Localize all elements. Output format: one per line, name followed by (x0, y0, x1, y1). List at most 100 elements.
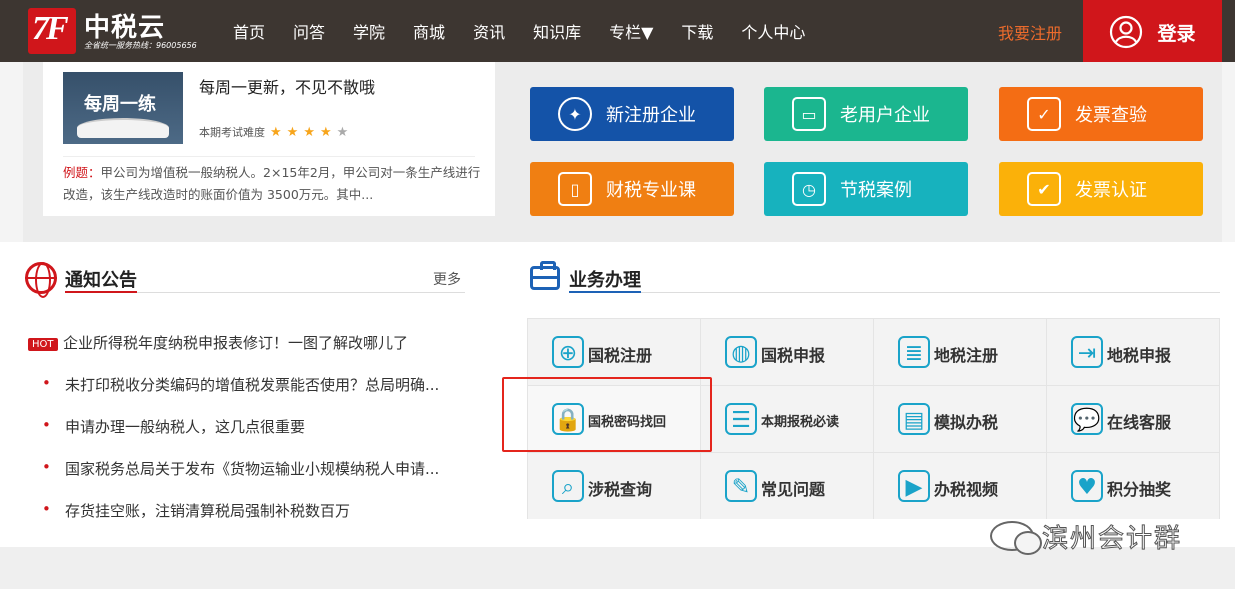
star-empty-icon: ★ (336, 124, 349, 140)
invoice-authentication-button[interactable]: ✔ 发票认证 (999, 162, 1203, 216)
tax-saving-cases-button[interactable]: ◷ 节税案例 (764, 162, 968, 216)
notice-header: 通知公告 更多 (25, 262, 465, 298)
title-underline (569, 291, 641, 293)
difficulty-rating: 本期考试难度 ★ ★ ★ ★ ★ (199, 124, 348, 140)
business-cell-points-lottery[interactable]: ♥ 积分抽奖 (1047, 453, 1219, 519)
notice-more-link[interactable]: 更多 (433, 269, 461, 289)
quick-button-label: 财税专业课 (606, 180, 696, 201)
notice-item-text: 国家税务总局关于发布《货物运输业小规模纳税人申请... (65, 460, 440, 478)
business-cell-tax-inquiry[interactable]: ⌕ 涉税查询 (528, 453, 700, 519)
business-cell-label: 常见问题 (761, 480, 826, 499)
business-cell-filing-guide[interactable]: ☰ 本期报税必读 (701, 386, 873, 452)
weekly-practice-thumbnail[interactable]: 每周一练 (63, 72, 183, 144)
business-cell-online-support[interactable]: 💬 在线客服 (1047, 386, 1219, 452)
note-pen-icon: ✎ (725, 470, 757, 502)
business-cell-simulated-filing[interactable]: ▤ 模拟办税 (874, 386, 1046, 452)
business-cell-label: 地税注册 (934, 346, 999, 365)
business-title: 业务办理 (569, 270, 641, 291)
notice-item-text: 存货挂空账，注销清算税局强制补税数百万 (65, 502, 351, 520)
business-header: 业务办理 (528, 261, 1220, 296)
login-label: 登录 (1157, 22, 1196, 45)
logo-mark-icon: 7F (28, 8, 76, 54)
star-icon: ★ (270, 124, 282, 140)
main-nav: 首页 问答 学院 商城 资讯 知识库 专栏▼ 下载 个人中心 (222, 0, 816, 62)
example-label: 例题： (63, 165, 101, 180)
video-play-icon: ▶ (898, 470, 930, 502)
bullet-icon: • (42, 458, 51, 476)
example-text: 甲公司为增值税一般纳税人。2×15年2月，甲公司对一条生产线进行改造，该生产线改… (63, 165, 481, 202)
star-icon: ★ (319, 124, 332, 140)
wechat-icon (990, 521, 1042, 555)
business-cell-label: 模拟办税 (934, 413, 999, 432)
nav-knowledge-base[interactable]: 知识库 (522, 19, 592, 43)
example-question[interactable]: 例题：甲公司为增值税一般纳税人。2×15年2月，甲公司对一条生产线进行改造，该生… (63, 162, 483, 206)
watermark: 滨州会计群 (990, 516, 1182, 556)
watermark-text: 滨州会计群 (1041, 523, 1183, 554)
difficulty-label: 本期考试难度 (199, 126, 265, 139)
logo-name: 中税云 (84, 13, 166, 43)
new-enterprise-button[interactable]: ✦ 新注册企业 (530, 87, 734, 141)
business-cell-label: 地税申报 (1107, 346, 1172, 365)
business-cell-national-tax-registration[interactable]: ⊕ 国税注册 (528, 319, 700, 385)
business-cell-label: 办税视频 (934, 480, 999, 499)
business-cell-national-tax-filing[interactable]: ◍ 国税申报 (701, 319, 873, 385)
notice-item[interactable]: • 申请办理一般纳税人，这几点很重要 (28, 416, 468, 442)
business-cell-local-tax-registration[interactable]: ≣ 地税注册 (874, 319, 1046, 385)
document-clock-icon: ◷ (792, 172, 826, 206)
document-arrow-icon: ⇥ (1071, 336, 1103, 368)
clapper-icon: ▤ (898, 403, 930, 435)
form-icon: ≣ (898, 336, 930, 368)
nav-personal-center[interactable]: 个人中心 (730, 19, 816, 43)
login-button[interactable]: 登录 (1083, 0, 1222, 64)
bullet-icon: • (42, 416, 51, 434)
weekly-title[interactable]: 每周一更新，不见不散哦 (199, 74, 375, 98)
notice-item-text: 企业所得税年度纳税申报表修订！一图了解改哪儿了 (63, 334, 409, 352)
bullet-icon: • (42, 374, 51, 392)
checkbox-icon: ✔ (1027, 172, 1061, 206)
existing-enterprise-button[interactable]: ▭ 老用户企业 (764, 87, 968, 141)
divider (569, 292, 1220, 293)
quick-button-label: 发票认证 (1075, 180, 1147, 201)
nav-academy[interactable]: 学院 (342, 19, 396, 43)
business-cell-label: 涉税查询 (588, 480, 653, 499)
briefcase-icon (530, 261, 560, 290)
quick-button-label: 发票查验 (1075, 105, 1147, 126)
nav-qa[interactable]: 问答 (282, 19, 336, 43)
gift-icon: ♥ (1071, 470, 1103, 502)
quick-button-label: 新注册企业 (606, 105, 696, 126)
notice-item[interactable]: • 存货挂空账，注销清算税局强制补税数百万 (28, 500, 468, 526)
user-add-icon: ⊕ (552, 336, 584, 368)
weekly-practice-card[interactable]: 每周一练 每周一更新，不见不散哦 本期考试难度 ★ ★ ★ ★ ★ 例题：甲公司… (43, 62, 495, 216)
highlight-annotation-box (502, 377, 712, 452)
nav-download[interactable]: 下载 (670, 19, 724, 43)
invoice-check-button[interactable]: ✓ 发票查验 (999, 87, 1203, 141)
notice-item[interactable]: HOT 企业所得税年度纳税申报表修订！一图了解改哪儿了 (28, 332, 468, 358)
top-navigation-bar: 7F 中税云 全省统一服务热线：96005656 首页 问答 学院 商城 资讯 … (0, 0, 1235, 64)
site-logo[interactable]: 7F 中税云 全省统一服务热线：96005656 (28, 8, 197, 54)
star-icon: ★ (303, 124, 315, 140)
divider (63, 156, 475, 157)
business-cell-label: 国税申报 (761, 346, 826, 365)
nav-columns-dropdown[interactable]: 专栏▼ (598, 19, 664, 43)
nav-home[interactable]: 首页 (222, 19, 276, 43)
star-icon: ★ (286, 124, 299, 140)
register-link[interactable]: 我要注册 (998, 20, 1062, 44)
notice-item[interactable]: • 未打印税收分类编码的增值税发票能否使用？总局明确... (28, 374, 468, 400)
business-cell-tax-video[interactable]: ▶ 办税视频 (874, 453, 1046, 519)
clipboard-check-icon: ✓ (1027, 97, 1061, 131)
quick-button-label: 节税案例 (840, 180, 912, 201)
business-cell-faq[interactable]: ✎ 常见问题 (701, 453, 873, 519)
tax-course-button[interactable]: ▯ 财税专业课 (530, 162, 734, 216)
nav-mall[interactable]: 商城 (402, 19, 456, 43)
nav-news[interactable]: 资讯 (462, 19, 516, 43)
notice-item[interactable]: • 国家税务总局关于发布《货物运输业小规模纳税人申请... (28, 458, 468, 484)
business-cell-label: 国税注册 (588, 346, 653, 365)
notice-item-text: 申请办理一般纳税人，这几点很重要 (65, 418, 306, 436)
notice-title: 通知公告 (65, 270, 137, 291)
business-cell-local-tax-filing[interactable]: ⇥ 地税申报 (1047, 319, 1219, 385)
business-cell-label: 本期报税必读 (761, 415, 840, 430)
quick-button-label: 老用户企业 (840, 105, 930, 126)
business-cell-label: 积分抽奖 (1107, 480, 1172, 499)
book-icon: ▯ (558, 172, 592, 206)
checklist-icon: ☰ (725, 403, 757, 435)
